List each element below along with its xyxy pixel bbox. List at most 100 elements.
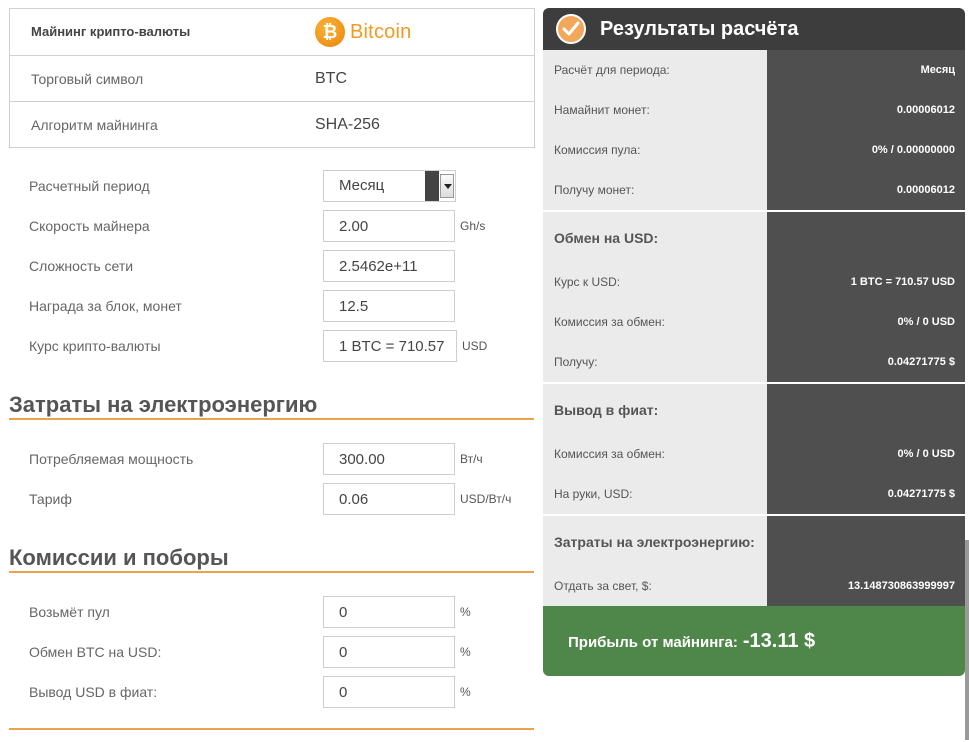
result-row: Получу: 0.04271775 $ <box>543 342 965 382</box>
results-panel: Результаты расчёта Расчёт для периода: М… <box>543 8 965 676</box>
bitcoin-logo-text: Bitcoin <box>350 20 412 43</box>
chevron-down-icon[interactable] <box>440 174 454 198</box>
period-selected-value: Месяц <box>339 177 385 194</box>
difficulty-label: Сложность сети <box>29 258 134 274</box>
rate-row: Курс крипто-валюты USD <box>0 330 540 362</box>
algorithm-value: SHA-256 <box>315 116 380 133</box>
results-title: Результаты расчёта <box>600 18 799 40</box>
exchange-fee-input[interactable] <box>323 636 455 668</box>
exchange-fee-row: Обмен BTC на USD: % <box>0 636 540 668</box>
result-label: Комиссия пула: <box>554 143 641 157</box>
energy-cost-section-header: Затраты на электроэнергию: <box>543 516 965 566</box>
exchange-fee-label: Обмен BTC на USD: <box>29 644 162 660</box>
exchange-fee-unit: % <box>460 645 471 659</box>
form-bottom-divider <box>9 728 534 730</box>
withdraw-fee-label: Вывод USD в фиат: <box>29 684 158 700</box>
result-value: 13.148730863999997 <box>847 580 955 592</box>
result-row: Отдать за свет, $: 13.148730863999997 <box>543 566 965 606</box>
result-row: Комиссия за обмен: 0% / 0 USD <box>543 434 965 474</box>
tariff-input[interactable] <box>323 483 455 515</box>
scrollbar[interactable] <box>965 540 969 740</box>
result-row: На руки, USD: 0.04271775 $ <box>543 474 965 514</box>
speed-label: Скорость майнера <box>29 218 150 234</box>
energy-section-divider <box>9 418 534 420</box>
result-value: 0% / 0.00000000 <box>871 144 955 156</box>
pool-fee-unit: % <box>460 605 471 619</box>
power-unit: Вт/ч <box>460 452 483 466</box>
rate-unit: USD <box>462 339 488 353</box>
fiat-section-header: Вывод в фиат: <box>543 384 965 434</box>
result-value: 0% / 0 USD <box>897 316 955 328</box>
result-value: 0.00006012 <box>896 104 955 116</box>
result-value: 0.04271775 $ <box>887 488 955 500</box>
results-body: Расчёт для периода: Месяц Намайнит монет… <box>543 50 965 606</box>
difficulty-input[interactable] <box>323 250 455 282</box>
result-label: На руки, USD: <box>554 487 633 501</box>
energy-cost-section-title: Затраты на электроэнергию: <box>554 534 755 550</box>
result-label: Отдать за свет, $: <box>554 579 652 593</box>
result-label: Расчёт для периода: <box>554 63 670 77</box>
energy-section-title: Затраты на электроэнергию <box>9 392 318 417</box>
period-select[interactable]: Месяц <box>323 170 456 202</box>
result-label: Комиссия за обмен: <box>554 315 665 329</box>
symbol-label: Торговый символ <box>31 71 144 87</box>
pool-fee-label: Возьмёт пул <box>29 604 110 620</box>
coin-info-table: Майнинг крипто-валюты ₿ Bitcoin Торговый… <box>9 8 535 148</box>
results-header: Результаты расчёта <box>543 8 965 50</box>
reward-row: Награда за блок, монет <box>0 290 540 322</box>
result-value: 1 BTC = 710.57 USD <box>850 276 955 288</box>
check-icon <box>556 14 586 44</box>
symbol-row: Торговый символ BTC <box>10 55 534 101</box>
fees-section-title: Комиссии и поборы <box>9 545 229 570</box>
result-value: 0.00006012 <box>896 184 955 196</box>
rate-label: Курс крипто-валюты <box>29 338 161 354</box>
speed-row: Скорость майнера Gh/s <box>0 210 540 242</box>
period-row: Расчетный период Месяц <box>0 170 540 202</box>
select-handle <box>425 171 439 201</box>
tariff-row: Тариф USD/Вт/ч <box>0 483 540 515</box>
profit-value: -13.11 $ <box>742 630 816 652</box>
reward-input[interactable] <box>323 290 455 322</box>
power-input[interactable] <box>323 443 455 475</box>
rate-input[interactable] <box>323 330 457 362</box>
bitcoin-coin-icon: ₿ <box>315 17 345 47</box>
profit-banner: Прибыль от майнинга: -13.11 $ <box>543 606 965 676</box>
bitcoin-logo: ₿ Bitcoin <box>315 17 411 47</box>
result-row: Расчёт для периода: Месяц <box>543 50 965 90</box>
speed-input[interactable] <box>323 210 455 242</box>
power-row: Потребляемая мощность Вт/ч <box>0 443 540 475</box>
result-row: Курс к USD: 1 BTC = 710.57 USD <box>543 262 965 302</box>
result-row: Комиссия пула: 0% / 0.00000000 <box>543 130 965 170</box>
result-row: Комиссия за обмен: 0% / 0 USD <box>543 302 965 342</box>
power-label: Потребляемая мощность <box>29 451 194 467</box>
withdraw-fee-input[interactable] <box>323 676 455 708</box>
result-label: Намайнит монет: <box>554 103 650 117</box>
coin-header-label: Майнинг крипто-валюты <box>31 24 191 39</box>
speed-unit: Gh/s <box>460 219 486 233</box>
withdraw-fee-unit: % <box>460 685 471 699</box>
result-label: Получу: <box>554 355 598 369</box>
usd-section-title: Обмен на USD: <box>554 230 659 246</box>
coin-header-row: Майнинг крипто-валюты ₿ Bitcoin <box>10 9 534 55</box>
withdraw-fee-row: Вывод USD в фиат: % <box>0 676 540 708</box>
period-label: Расчетный период <box>29 178 150 194</box>
result-value: 0.04271775 $ <box>887 356 955 368</box>
pool-fee-row: Возьмёт пул % <box>0 596 540 628</box>
difficulty-row: Сложность сети <box>0 250 540 282</box>
tariff-unit: USD/Вт/ч <box>460 492 512 506</box>
result-row: Намайнит монет: 0.00006012 <box>543 90 965 130</box>
fees-section-divider <box>9 571 534 573</box>
symbol-value: BTC <box>315 70 347 87</box>
tariff-label: Тариф <box>29 491 72 507</box>
result-row: Получу монет: 0.00006012 <box>543 170 965 210</box>
result-label: Курс к USD: <box>554 275 621 289</box>
reward-label: Награда за блок, монет <box>29 298 182 314</box>
algorithm-row: Алгоритм майнинга SHA-256 <box>10 101 534 147</box>
usd-section-header: Обмен на USD: <box>543 212 965 262</box>
result-value: 0% / 0 USD <box>897 448 955 460</box>
profit-label-text: Прибыль от майнинга: <box>568 634 738 651</box>
pool-fee-input[interactable] <box>323 596 455 628</box>
fiat-section-title: Вывод в фиат: <box>554 402 659 418</box>
result-value: Месяц <box>920 64 955 76</box>
profit-label: Прибыль от майнинга: -13.11 $ <box>568 606 815 678</box>
